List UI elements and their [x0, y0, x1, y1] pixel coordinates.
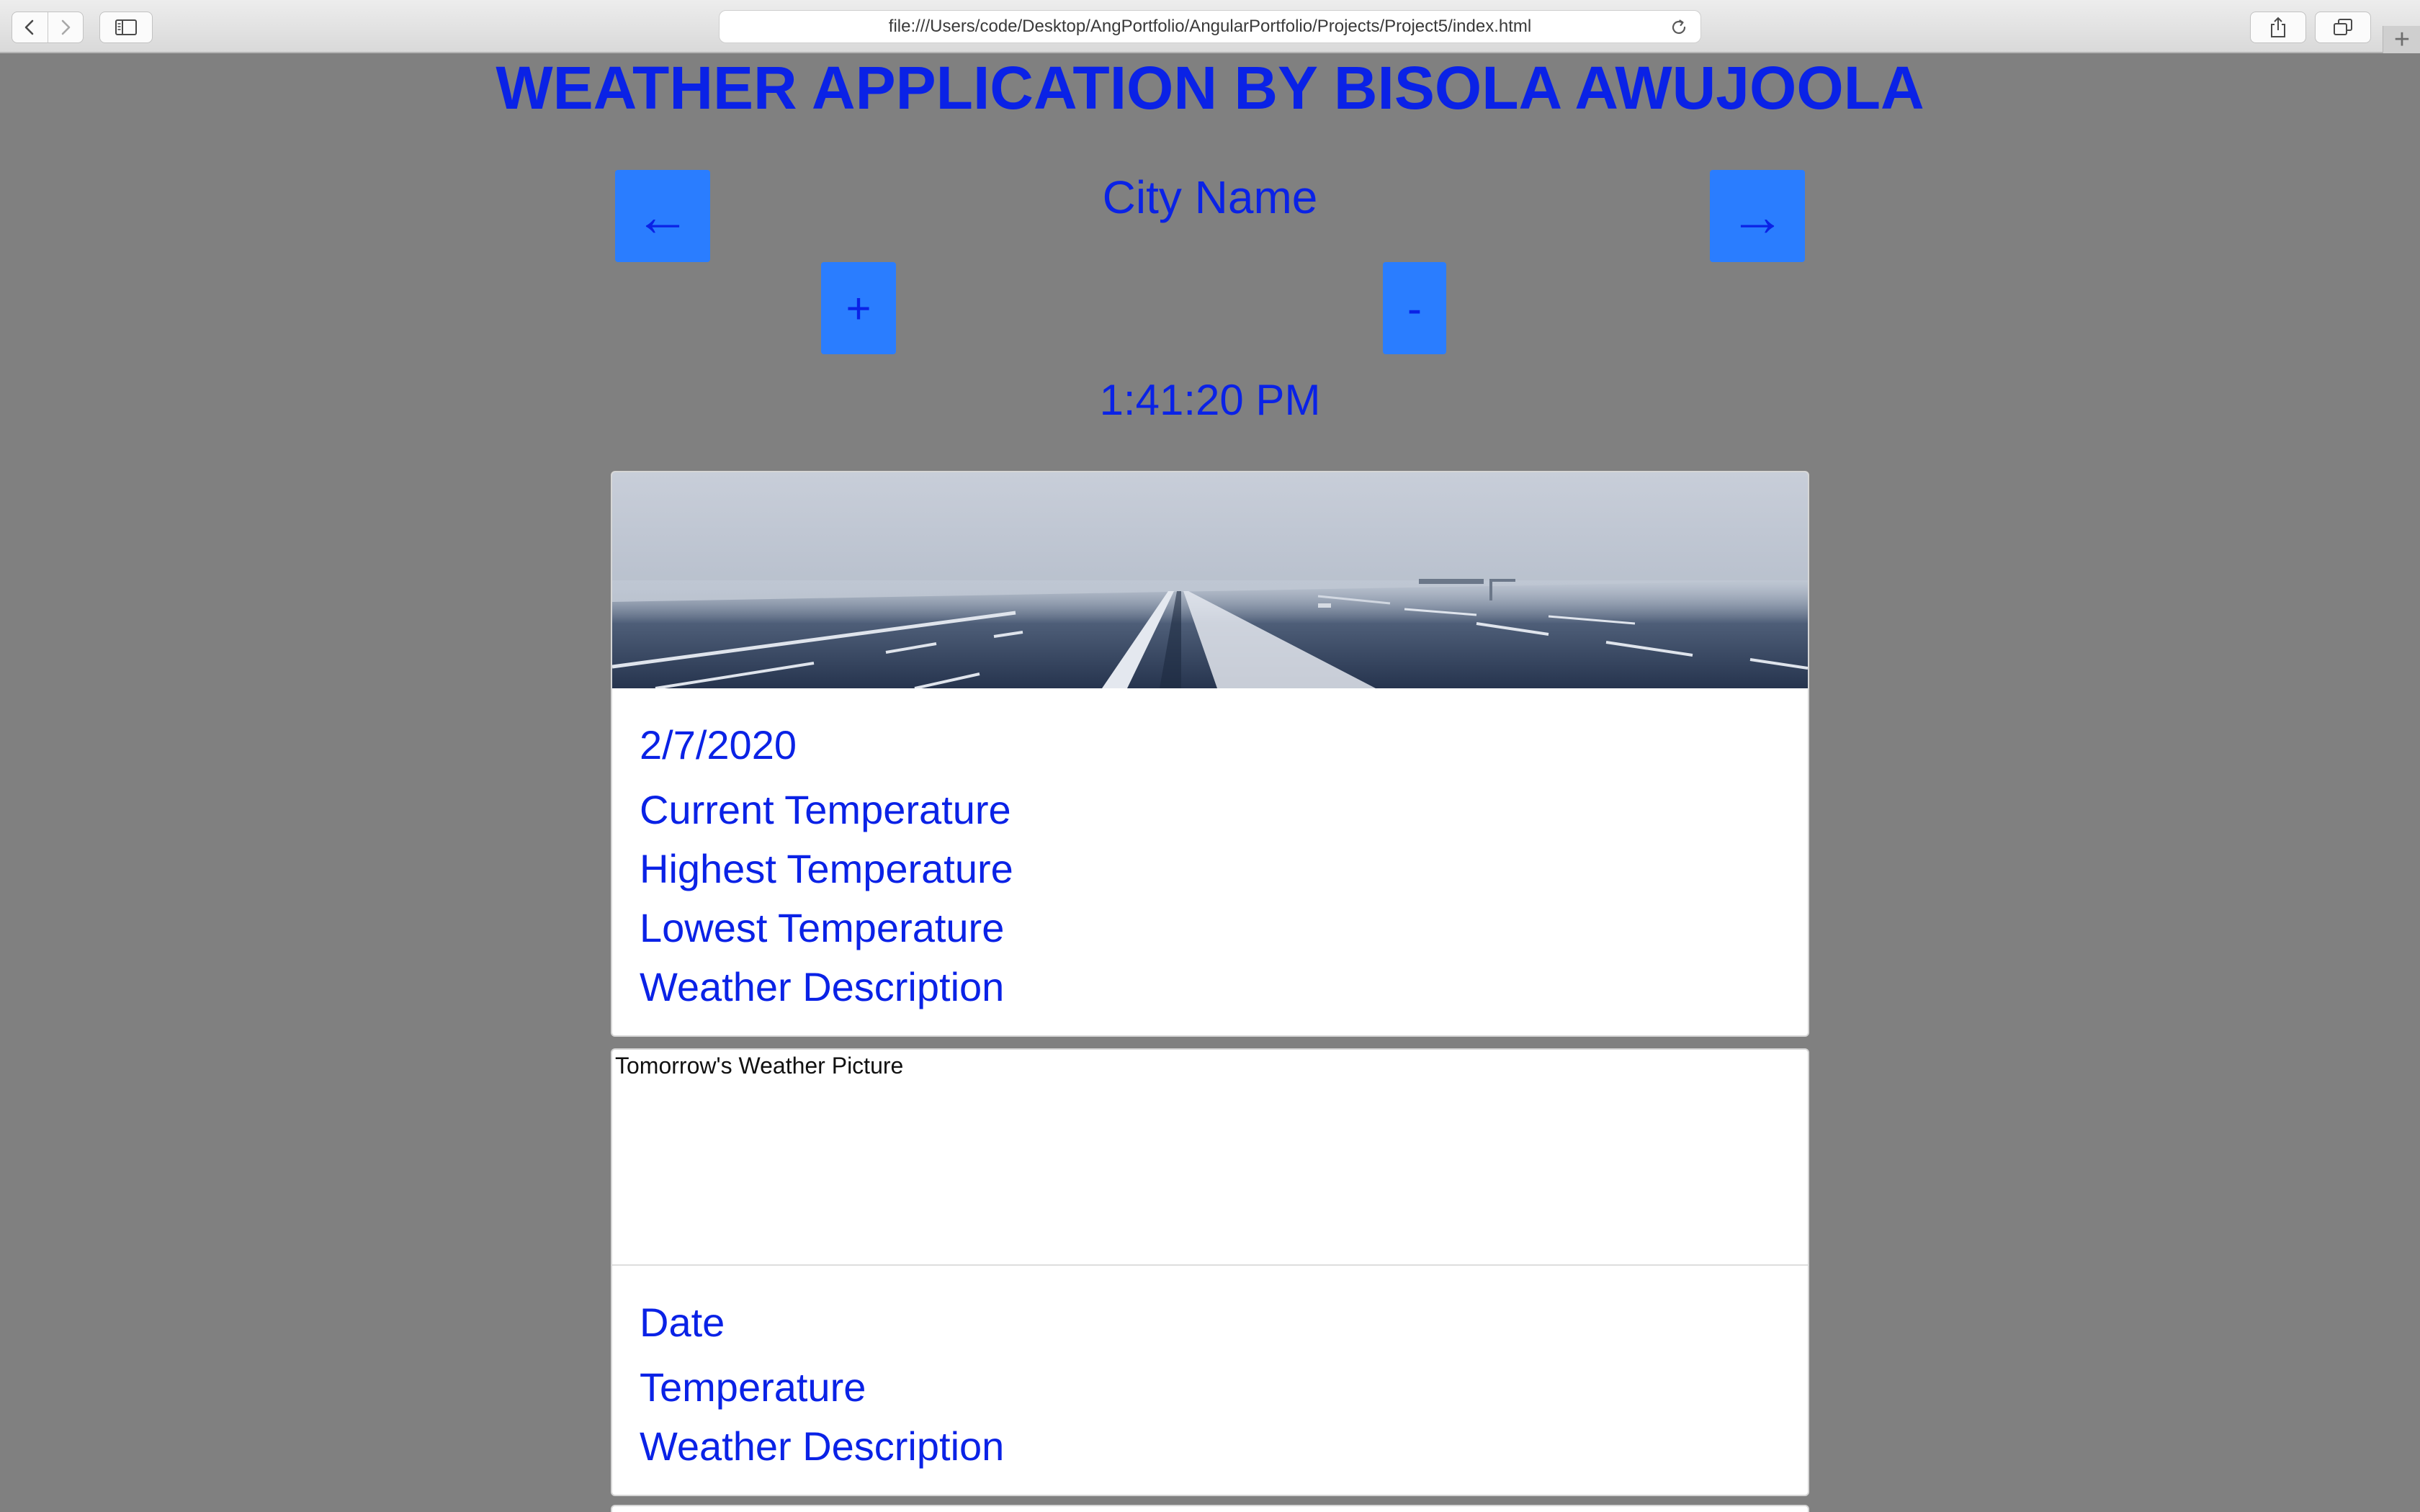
sidebar-toggle-button[interactable] [99, 12, 153, 43]
plus-icon: + [846, 284, 871, 333]
plus-icon: + [2393, 24, 2411, 55]
next-city-button[interactable]: → [1710, 170, 1805, 262]
city-name: City Name [1102, 171, 1318, 223]
next-weather-card [611, 1505, 1809, 1512]
chevron-right-icon [61, 19, 71, 35]
browser-toolbar: file:///Users/code/Desktop/AngPortfolio/… [0, 0, 2420, 53]
today-date: 2/7/2020 [640, 722, 797, 768]
tomorrow-weather-image: Tomorrow's Weather Picture [612, 1050, 1808, 1266]
share-button[interactable] [2250, 12, 2306, 43]
address-bar[interactable]: file:///Users/code/Desktop/AngPortfolio/… [719, 10, 1701, 43]
sidebar-icon [115, 19, 137, 35]
tomorrow-weather-card: Tomorrow's Weather Picture Date Temperat… [611, 1048, 1809, 1496]
chevron-left-icon [24, 19, 34, 35]
arrow-right-icon: → [1729, 184, 1785, 248]
foggy-highway-photo [612, 472, 1808, 688]
tabs-overview-icon [2334, 19, 2352, 35]
current-temperature: Current Temperature [640, 787, 1011, 832]
tomorrow-weather-description: Weather Description [640, 1423, 1005, 1469]
minus-icon: - [1407, 284, 1422, 333]
tomorrow-temperature: Temperature [640, 1364, 866, 1410]
current-time: 1:41:20 PM [1099, 376, 1321, 424]
reload-icon[interactable] [1669, 17, 1689, 37]
image-alt-text: Tomorrow's Weather Picture [615, 1053, 904, 1079]
address-text[interactable]: file:///Users/code/Desktop/AngPortfolio/… [889, 17, 1531, 37]
page-title: WEATHER APPLICATION BY BISOLA AWUJOOLA [496, 54, 1924, 122]
highest-temperature: Highest Temperature [640, 846, 1013, 891]
previous-city-button[interactable]: ← [615, 170, 710, 262]
tab-overview-button[interactable] [2315, 12, 2371, 43]
remove-button[interactable]: - [1383, 262, 1446, 354]
tomorrow-date: Date [640, 1300, 725, 1345]
arrow-left-icon: ← [635, 184, 691, 248]
today-weather-card: 2/7/2020 Current Temperature Highest Tem… [611, 471, 1809, 1037]
add-button[interactable]: + [821, 262, 896, 354]
back-button[interactable] [12, 12, 48, 42]
today-weather-description: Weather Description [640, 964, 1005, 1009]
lowest-temperature: Lowest Temperature [640, 905, 1005, 950]
forward-button[interactable] [47, 12, 84, 42]
new-tab-button[interactable]: + [2383, 26, 2420, 53]
history-nav-group [12, 12, 84, 43]
share-icon [2271, 17, 2285, 37]
